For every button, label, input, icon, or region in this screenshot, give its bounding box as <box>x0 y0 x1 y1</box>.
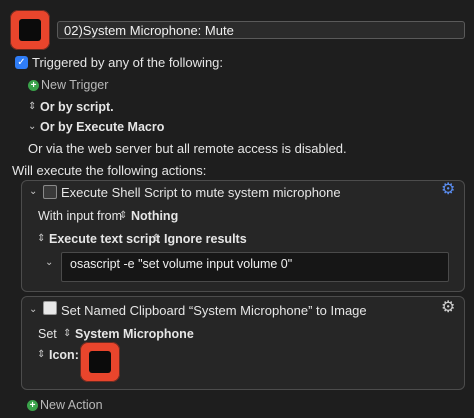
chevron-down-icon[interactable]: ⌄ <box>28 121 36 132</box>
updown-icon: ⇕ <box>152 233 161 244</box>
web-server-note: Or via the web server but all remote acc… <box>28 141 347 156</box>
clipboard-icon <box>43 301 57 315</box>
execute-mode-select[interactable]: Execute text script <box>49 232 160 246</box>
gear-icon[interactable]: ⚙ <box>441 300 455 316</box>
with-input-label: With input from <box>38 209 123 223</box>
set-label: Set <box>38 327 57 341</box>
collapse-chevron-icon[interactable]: ⌄ <box>29 304 37 315</box>
or-by-execute-macro-toggle[interactable]: Or by Execute Macro <box>40 120 164 134</box>
updown-icon: ⇕ <box>37 233 46 244</box>
updown-icon: ⇕ <box>119 210 128 221</box>
add-action-icon[interactable]: + <box>27 400 38 411</box>
script-collapse-chevron-icon[interactable]: ⌄ <box>45 257 53 268</box>
shell-action-title[interactable]: Execute Shell Script to mute system micr… <box>61 185 341 200</box>
icon-label: Icon: <box>49 348 79 362</box>
or-by-script-toggle[interactable]: Or by script. <box>40 100 114 114</box>
collapse-chevron-icon[interactable]: ⌄ <box>29 186 37 197</box>
new-action-button[interactable]: New Action <box>40 398 103 412</box>
actions-heading: Will execute the following actions: <box>12 163 207 178</box>
terminal-icon <box>43 185 57 199</box>
triggered-label: Triggered by any of the following: <box>32 55 224 70</box>
icon-image-well[interactable] <box>80 342 120 382</box>
triggered-checkbox[interactable]: ✓ <box>15 56 28 69</box>
with-input-select[interactable]: Nothing <box>131 209 178 223</box>
gear-icon[interactable]: ⚙ <box>441 182 455 198</box>
script-text-area[interactable]: osascript -e "set volume input volume 0" <box>61 252 449 282</box>
stop-square-icon <box>89 351 111 373</box>
results-mode-select[interactable]: Ignore results <box>164 232 247 246</box>
clipboard-name-select[interactable]: System Microphone <box>75 327 194 341</box>
add-trigger-icon[interactable]: + <box>28 80 39 91</box>
clipboard-action-title[interactable]: Set Named Clipboard “System Microphone” … <box>61 303 367 318</box>
updown-icon: ⇕ <box>37 349 46 360</box>
macro-name-field[interactable]: 02)System Microphone: Mute <box>57 21 465 39</box>
new-trigger-button[interactable]: New Trigger <box>41 78 108 92</box>
macro-icon[interactable] <box>10 10 50 50</box>
updown-icon: ⇕ <box>63 328 72 339</box>
updown-icon: ⇕ <box>28 101 37 112</box>
stop-square-icon <box>19 19 41 41</box>
